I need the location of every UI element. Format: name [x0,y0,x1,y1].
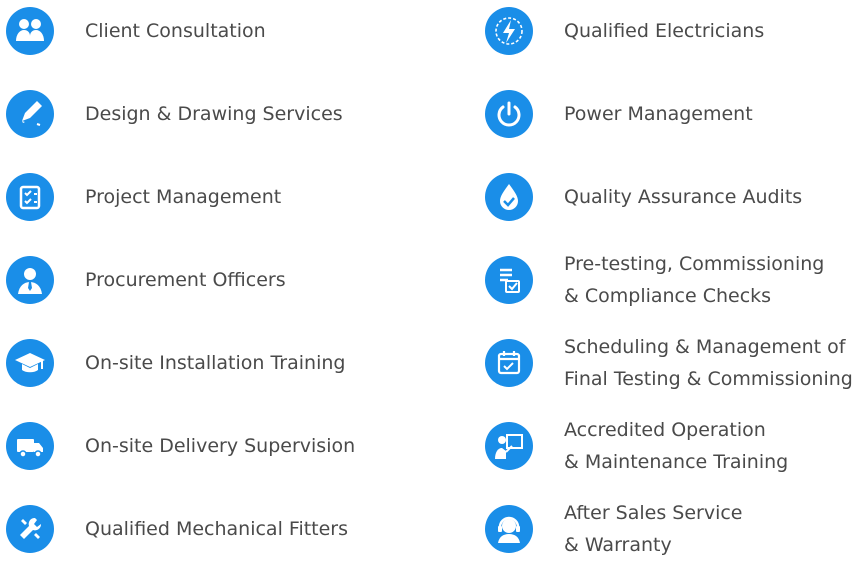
truck-icon [6,422,54,470]
service-item: Design & Drawing Services [0,90,343,138]
service-item: Qualified Electricians [480,7,764,55]
service-label: On-site Installation Training [85,352,346,374]
service-item: Client Consultation [0,7,266,55]
service-label: Pre-testing, Commissioning & Compliance … [564,253,825,307]
service-item: Quality Assurance Audits [480,173,802,221]
consultation-icon [6,7,54,55]
service-label: After Sales Service & Warranty [564,502,743,556]
service-item: Procurement Officers [0,256,286,304]
service-label: Qualified Mechanical Fitters [85,518,349,540]
service-label: Client Consultation [85,20,266,42]
service-item: On-site Delivery Supervision [0,422,355,470]
service-label: Qualified Electricians [564,20,765,42]
service-item: Project Management [0,173,281,221]
service-item: Power Management [480,90,753,138]
presentation-icon [485,422,533,470]
service-item: Pre-testing, Commissioning & Compliance … [480,248,824,312]
document-check-icon [485,256,533,304]
service-label: Project Management [85,186,282,208]
power-icon [485,90,533,138]
service-label: Quality Assurance Audits [564,186,803,208]
service-item: Scheduling & Management of Final Testing… [480,331,853,395]
drop-check-icon [485,173,533,221]
service-item: Accredited Operation & Maintenance Train… [480,414,788,478]
service-label: Power Management [564,103,753,125]
checklist-icon [6,173,54,221]
service-label: Procurement Officers [85,269,286,291]
service-label: Accredited Operation & Maintenance Train… [564,419,789,473]
service-label: On-site Delivery Supervision [85,435,356,457]
wrench-icon [6,505,54,553]
support-agent-icon [485,505,533,553]
person-tie-icon [6,256,54,304]
service-label: Design & Drawing Services [85,103,343,125]
lightning-icon [485,7,533,55]
service-item: After Sales Service & Warranty [480,497,743,561]
graduation-cap-icon [6,339,54,387]
service-label: Scheduling & Management of Final Testing… [564,336,853,390]
service-item: On-site Installation Training [0,339,345,387]
service-item: Qualified Mechanical Fitters [0,505,348,553]
calendar-check-icon [485,339,533,387]
pencil-icon [6,90,54,138]
